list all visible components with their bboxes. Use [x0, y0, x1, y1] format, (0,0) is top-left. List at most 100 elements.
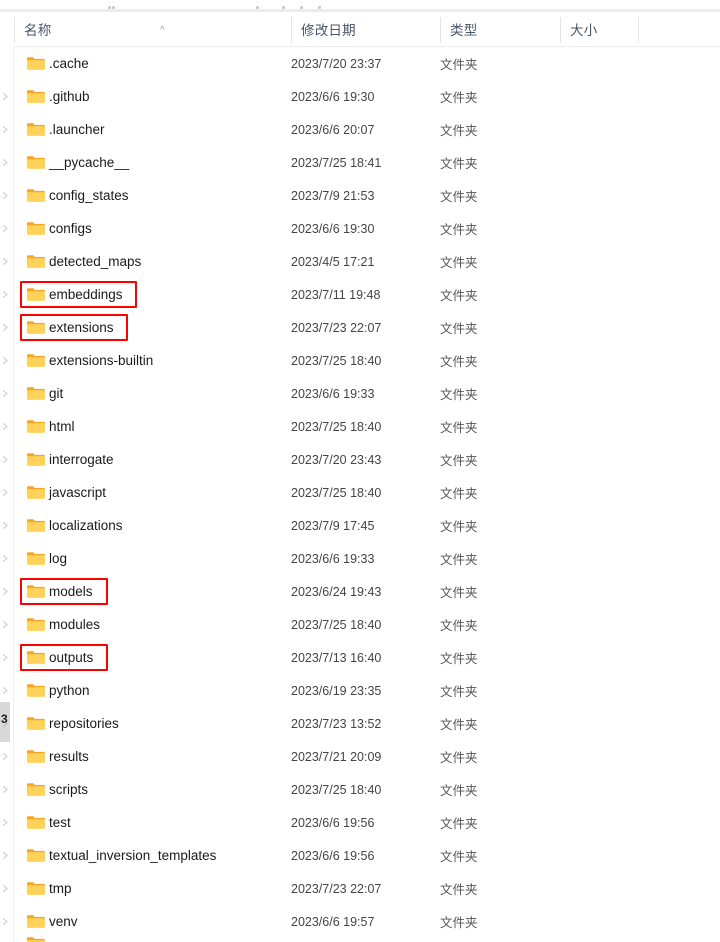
chevron-right-icon[interactable] [2, 687, 9, 694]
file-type: 文件夹 [440, 487, 478, 501]
chevron-right-icon[interactable] [2, 324, 9, 331]
table-row[interactable]: textual_inversion_templates 2023/6/6 19:5… [0, 839, 720, 872]
file-type: 文件夹 [440, 817, 478, 831]
chevron-right-icon[interactable] [2, 522, 9, 529]
date-modified: 2023/7/23 22:07 [291, 881, 382, 896]
folder-icon [27, 188, 45, 203]
file-type: 文件夹 [440, 685, 478, 699]
folder-icon [27, 518, 45, 533]
file-type: 文件夹 [440, 223, 478, 237]
table-row[interactable]: .launcher 2023/6/6 20:07 文件夹 [0, 113, 720, 146]
file-type: 文件夹 [440, 916, 478, 930]
file-name: .launcher [49, 122, 105, 137]
file-type: 文件夹 [440, 850, 478, 864]
table-row[interactable]: localizations 2023/7/9 17:45 文件夹 [0, 509, 720, 542]
folder-icon [27, 386, 45, 401]
folder-icon [27, 584, 45, 599]
table-row[interactable]: html 2023/7/25 18:40 文件夹 [0, 410, 720, 443]
chevron-right-icon[interactable] [2, 786, 9, 793]
file-type: 文件夹 [440, 751, 478, 765]
folder-icon [27, 485, 45, 500]
folder-icon [27, 551, 45, 566]
chevron-right-icon[interactable] [2, 159, 9, 166]
chevron-right-icon[interactable] [2, 225, 9, 232]
table-row[interactable]: __pycache__ 2023/7/25 18:41 文件夹 [0, 146, 720, 179]
file-type: 文件夹 [440, 355, 478, 369]
chevron-right-icon[interactable] [2, 555, 9, 562]
column-header-date-modified-label: 修改日期 [301, 23, 356, 38]
chevron-right-icon[interactable] [2, 126, 9, 133]
table-row[interactable]: log 2023/6/6 19:33 文件夹 [0, 542, 720, 575]
chevron-right-icon[interactable] [2, 588, 9, 595]
date-modified: 2023/7/25 18:40 [291, 617, 382, 632]
folder-icon [27, 848, 45, 863]
chevron-right-icon[interactable] [2, 390, 9, 397]
file-type: 文件夹 [440, 718, 478, 732]
table-row[interactable]: models 2023/6/24 19:43 文件夹 [0, 575, 720, 608]
chevron-right-icon[interactable] [2, 291, 9, 298]
folder-icon [27, 287, 45, 302]
table-row[interactable]: results 2023/7/21 20:09 文件夹 [0, 740, 720, 773]
chevron-right-icon[interactable] [2, 819, 9, 826]
table-row[interactable]: .github 2023/6/6 19:30 文件夹 [0, 80, 720, 113]
date-modified: 2023/7/11 19:48 [291, 287, 381, 302]
chevron-right-icon[interactable] [2, 192, 9, 199]
chevron-right-icon[interactable] [2, 423, 9, 430]
toolbar-sliver [0, 0, 720, 9]
table-row[interactable]: outputs 2023/7/13 16:40 文件夹 [0, 641, 720, 674]
table-row[interactable]: javascript 2023/7/25 18:40 文件夹 [0, 476, 720, 509]
date-modified: 2023/6/19 23:35 [291, 683, 382, 698]
table-row[interactable]: interrogate 2023/7/20 23:43 文件夹 [0, 443, 720, 476]
chevron-right-icon[interactable] [2, 918, 9, 925]
chevron-right-icon[interactable] [2, 489, 9, 496]
table-row[interactable]: modules 2023/7/25 18:40 文件夹 [0, 608, 720, 641]
chevron-right-icon[interactable] [2, 852, 9, 859]
column-header-type[interactable]: 类型 [440, 12, 560, 46]
file-name: models [49, 584, 93, 599]
table-row[interactable]: .cache 2023/7/20 23:37 文件夹 [0, 47, 720, 80]
date-modified: 2023/4/5 17:21 [291, 254, 375, 269]
file-type: 文件夹 [440, 388, 478, 402]
file-name: javascript [49, 485, 107, 500]
chevron-right-icon[interactable] [2, 258, 9, 265]
table-row[interactable]: tmp 2023/7/23 22:07 文件夹 [0, 872, 720, 905]
folder-icon [27, 419, 45, 434]
table-row[interactable]: python 2023/6/19 23:35 文件夹 [0, 674, 720, 707]
chevron-right-icon[interactable] [2, 654, 9, 661]
table-row[interactable]: git 2023/6/6 19:33 文件夹 [0, 377, 720, 410]
folder-icon [27, 452, 45, 467]
file-type: 文件夹 [440, 289, 478, 303]
table-row[interactable]: extensions-builtin 2023/7/25 18:40 文件夹 [0, 344, 720, 377]
chevron-right-icon[interactable] [2, 357, 9, 364]
table-row[interactable]: test 2023/6/6 19:56 文件夹 [0, 806, 720, 839]
table-row[interactable]: config_states 2023/7/9 21:53 文件夹 [0, 179, 720, 212]
file-type: 文件夹 [440, 883, 478, 897]
column-separator-end[interactable] [638, 17, 639, 43]
chevron-right-icon[interactable] [2, 720, 9, 727]
column-header-name[interactable]: 名称 [14, 12, 291, 46]
file-name: .cache [49, 56, 89, 71]
table-row[interactable]: repositories 2023/7/23 13:52 文件夹 [0, 707, 720, 740]
file-name: tmp [49, 881, 72, 896]
table-row[interactable]: detected_maps 2023/4/5 17:21 文件夹 [0, 245, 720, 278]
file-type: 文件夹 [440, 421, 478, 435]
chevron-right-icon[interactable] [2, 753, 9, 760]
folder-icon [27, 782, 45, 797]
file-type: 文件夹 [440, 58, 478, 72]
table-row[interactable]: venv 2023/6/6 19:57 文件夹 [0, 905, 720, 938]
chevron-right-icon[interactable] [2, 93, 9, 100]
file-name: html [49, 419, 75, 434]
table-row[interactable]: scripts 2023/7/25 18:40 文件夹 [0, 773, 720, 806]
folder-icon [27, 254, 45, 269]
table-row[interactable]: extensions 2023/7/23 22:07 文件夹 [0, 311, 720, 344]
table-row[interactable]: embeddings 2023/7/11 19:48 文件夹 [0, 278, 720, 311]
file-name: configs [49, 221, 92, 236]
column-header-size[interactable]: 大小 [560, 12, 638, 46]
chevron-right-icon[interactable] [2, 621, 9, 628]
column-header-date-modified[interactable]: 修改日期 [291, 12, 440, 46]
chevron-right-icon[interactable] [2, 456, 9, 463]
file-list[interactable]: .cache 2023/7/20 23:37 文件夹 .github 2023/6/6 … [0, 47, 720, 942]
file-type: 文件夹 [440, 652, 478, 666]
chevron-right-icon[interactable] [2, 885, 9, 892]
table-row[interactable]: configs 2023/6/6 19:30 文件夹 [0, 212, 720, 245]
